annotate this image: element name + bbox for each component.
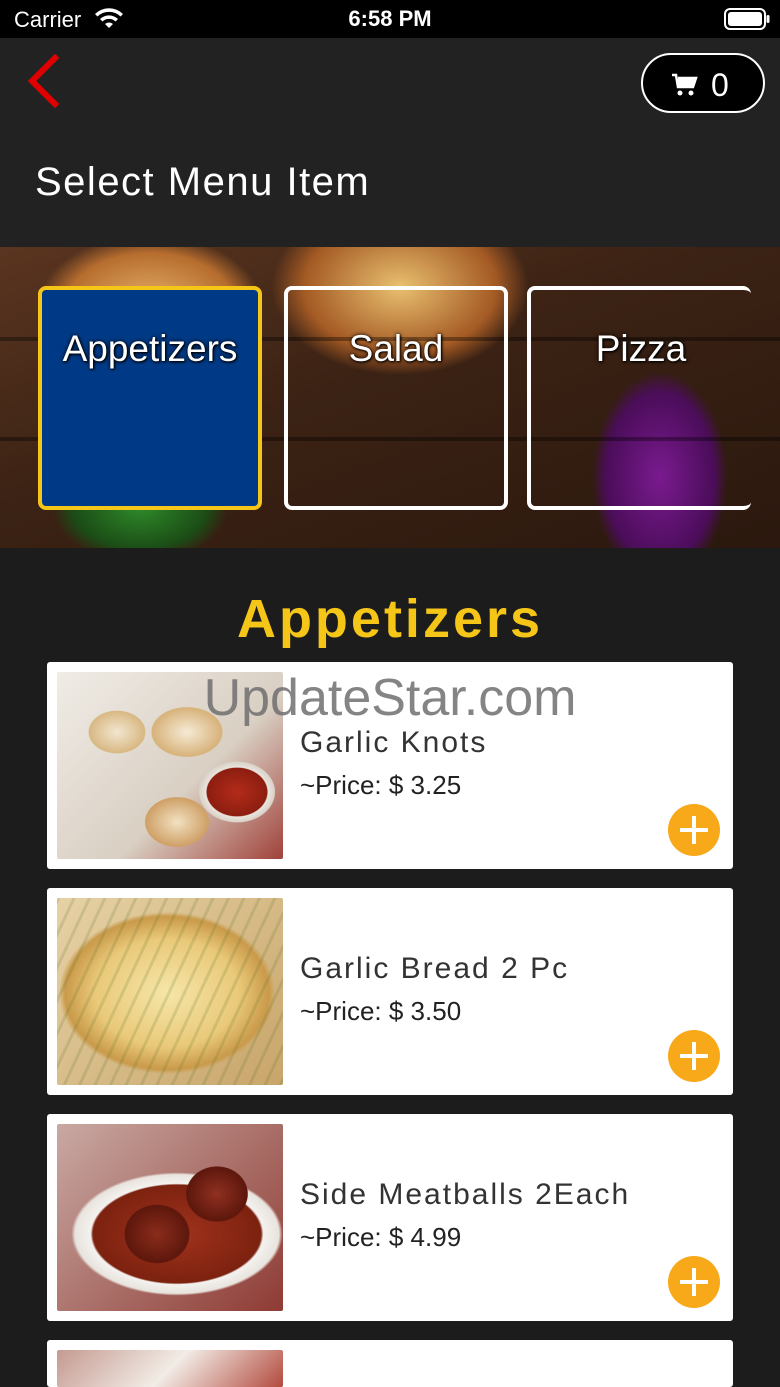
category-salad[interactable]: Salad <box>284 286 508 510</box>
nav-header: 0 Select Menu Item <box>0 38 780 247</box>
back-chevron-icon[interactable] <box>22 54 64 108</box>
cart-button[interactable]: 0 <box>641 53 765 113</box>
add-to-cart-button[interactable] <box>668 1030 720 1082</box>
page-title: Select Menu Item <box>35 160 371 204</box>
status-bar: Carrier 6:58 PM <box>0 0 780 38</box>
menu-item-card[interactable]: Garlic Bread 2 Pc ~Price: $ 3.50 <box>47 888 733 1095</box>
category-pizza[interactable]: Pizza <box>527 286 751 510</box>
item-photo <box>57 1124 283 1311</box>
menu-item-card[interactable]: Garlic Knots ~Price: $ 3.25 <box>47 662 733 869</box>
category-appetizers[interactable]: Appetizers <box>38 286 262 510</box>
category-hero: Appetizers Salad Pizza <box>0 247 780 548</box>
menu-section: Appetizers Garlic Knots ~Price: $ 3.25 G… <box>0 548 780 1387</box>
section-title: Appetizers <box>236 589 544 649</box>
item-photo <box>57 1350 283 1387</box>
item-price: ~Price: $ 3.25 <box>300 770 462 800</box>
category-label: Appetizers <box>62 328 238 369</box>
item-name: Side Meatballs 2Each <box>300 1178 631 1211</box>
cart-icon <box>672 73 698 96</box>
item-photo <box>57 898 283 1085</box>
item-price: ~Price: $ 4.99 <box>300 1222 462 1252</box>
status-time: 6:58 PM <box>348 6 432 31</box>
category-label: Salad <box>348 328 444 369</box>
menu-item-card[interactable]: Side Meatballs 2Each ~Price: $ 4.99 <box>47 1114 733 1321</box>
item-photo <box>57 672 283 859</box>
cart-count: 0 <box>711 67 729 103</box>
battery-icon <box>724 8 770 30</box>
category-label: Pizza <box>595 328 687 369</box>
item-name: Garlic Bread 2 Pc <box>300 952 570 985</box>
item-price: ~Price: $ 3.50 <box>300 996 462 1026</box>
menu-item-card[interactable] <box>47 1340 733 1387</box>
add-to-cart-button[interactable] <box>668 804 720 856</box>
add-to-cart-button[interactable] <box>668 1256 720 1308</box>
item-name: Garlic Knots <box>300 726 488 759</box>
